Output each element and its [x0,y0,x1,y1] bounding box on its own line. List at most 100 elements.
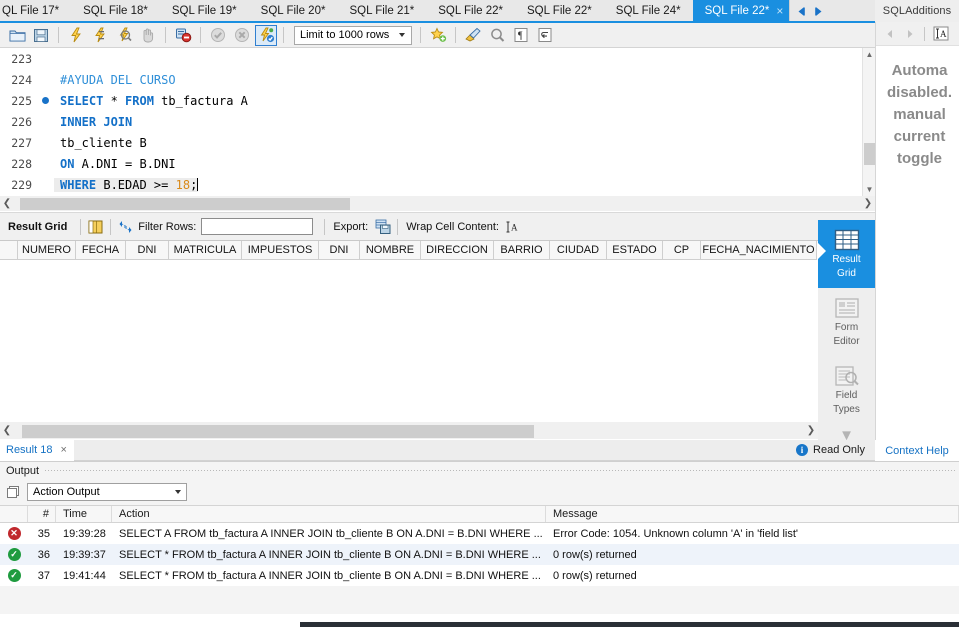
tab-sql-file-20[interactable]: SQL File 20* [248,0,338,22]
row-limit-select[interactable]: Limit to 1000 rows [294,25,412,45]
refresh-icon[interactable] [116,217,135,236]
row-time: 19:39:28 [63,527,106,540]
context-help-tab[interactable]: Context Help [875,440,959,461]
tab-sql-file-18[interactable]: SQL File 18* [71,0,160,22]
tab-sql-file-22-b[interactable]: SQL File 22* [515,0,604,22]
palette-item-field-types[interactable]: Field Types [818,356,875,424]
mysql-workbench-window: QL File 17* SQL File 18* SQL File 19* SQ… [0,0,959,627]
code-line[interactable]: 223 [0,48,863,69]
grid-column-header-dni-1[interactable]: DNI [126,241,169,260]
sql-code-editor[interactable]: 223 224 #AYUDA DEL CURSO 225 SELECT * FR… [0,48,875,196]
result-tabbar: Result 18 × i Read Only [0,439,875,461]
toggle-stop-on-error-icon[interactable] [172,25,194,46]
find-icon[interactable] [486,25,508,46]
grid-column-header-estado[interactable]: ESTADO [607,241,663,260]
table-row[interactable]: ✓ 36 19:39:37 SELECT * FROM tb_factura A… [0,544,959,565]
palette-item-form-editor[interactable]: Form Editor [818,288,875,356]
open-file-icon[interactable] [6,25,28,46]
grid-column-header-fecha[interactable]: FECHA [76,241,126,260]
code-line-current[interactable]: 229 WHERE B.EDAD >= 18; [0,174,863,195]
chevron-down-icon[interactable] [399,33,405,37]
code-line[interactable]: 225 SELECT * FROM tb_factura A [0,90,863,111]
scroll-left-arrow-icon[interactable]: ❮ [0,425,14,436]
scrollbar-thumb[interactable] [20,198,350,210]
message-line-5: toggle [897,150,942,167]
invisible-chars-icon[interactable]: ¶ [510,25,532,46]
grid-column-header-matricula[interactable]: MATRICULA [169,241,242,260]
scroll-left-arrow-icon[interactable]: ❮ [0,198,14,209]
chevron-down-icon[interactable] [175,490,181,494]
execute-current-icon[interactable] [89,25,111,46]
filter-rows-input[interactable] [201,218,314,235]
code-line[interactable]: 224 #AYUDA DEL CURSO [0,69,863,90]
message-line-3: manual [893,106,946,123]
execute-all-icon[interactable] [65,25,87,46]
grid-column-header-nombre[interactable]: NOMBRE [360,241,421,260]
result-tab-result-18[interactable]: Result 18 × [0,439,74,461]
grid-column-header-ciudad[interactable]: CIUDAD [550,241,607,260]
tab-sql-file-17[interactable]: QL File 17* [0,0,72,22]
commit-icon[interactable] [207,25,229,46]
stop-hand-icon[interactable] [137,25,159,46]
save-file-icon[interactable] [30,25,52,46]
next-tab-arrow-icon[interactable] [812,5,825,18]
insert-text-icon[interactable]: A [933,26,949,41]
grid-column-header-direccion[interactable]: DIRECCION [421,241,494,260]
tab-sql-file-24[interactable]: SQL File 24* [603,0,693,22]
wrap-cell-icon[interactable]: A [504,217,523,236]
table-row[interactable]: ✓ 37 19:41:44 SELECT * FROM tb_factura A… [0,565,959,586]
editor-horizontal-scrollbar[interactable]: ❮ ❯ [0,196,875,211]
scroll-up-arrow-icon[interactable]: ▲ [863,48,875,61]
close-icon[interactable]: × [776,5,783,17]
back-arrow-icon[interactable] [884,28,896,40]
result-grid-body-empty[interactable] [0,260,818,422]
scroll-right-arrow-icon[interactable]: ❯ [861,198,875,209]
code-line[interactable]: 226 INNER JOIN [0,111,863,132]
scrollbar-thumb[interactable] [22,424,534,438]
save-snippet-icon[interactable] [427,25,449,46]
row-time: 19:41:44 [63,569,106,582]
beautify-query-icon[interactable] [462,25,484,46]
line-number: 226 [11,114,32,129]
scrollbar-thumb[interactable] [864,143,875,165]
output-panes-icon[interactable] [6,485,21,500]
explain-query-icon[interactable] [113,25,135,46]
close-icon[interactable]: × [60,444,66,456]
editor-vertical-scrollbar[interactable]: ▲ ▼ [862,48,875,196]
result-grid[interactable]: NUMERO FECHA DNI MATRICULA IMPUESTOS DNI… [0,240,818,422]
sql-additions-message: Automa disabled. manual current toggle [876,46,959,170]
code-line[interactable]: 227 tb_cliente B [0,132,863,153]
tab-label: SQL File 19* [171,5,237,17]
scroll-down-arrow-icon[interactable]: ▼ [863,183,875,196]
grid-column-header-impuestos[interactable]: IMPUESTOS [242,241,319,260]
field-types-icon [834,366,859,386]
grid-view-icon[interactable] [86,217,105,236]
output-type-select[interactable]: Action Output [27,483,187,501]
prev-tab-arrow-icon[interactable] [795,5,808,18]
grid-column-header-dni-2[interactable]: DNI [319,241,360,260]
scrollbar-track[interactable] [14,197,861,210]
breakpoint-marker[interactable] [36,95,54,107]
rollback-icon[interactable] [231,25,253,46]
code-line[interactable]: 228 ON A.DNI = B.DNI [0,153,863,174]
tab-sql-file-22-a[interactable]: SQL File 22* [426,0,516,22]
tab-sql-file-19[interactable]: SQL File 19* [159,0,249,22]
tab-sql-file-21[interactable]: SQL File 21* [337,0,427,22]
grid-column-header-rownum[interactable] [0,241,18,260]
result-grid-horizontal-scrollbar[interactable]: ❮ ❯ [0,422,818,439]
autocommit-icon[interactable] [255,24,277,46]
grid-column-header-fecha-nacimiento[interactable]: FECHA_NACIMIENTO [701,241,817,260]
palette-item-result-grid[interactable]: Result Grid [817,220,875,288]
scroll-right-arrow-icon[interactable]: ❯ [804,425,818,436]
table-row[interactable]: ✕ 35 19:39:28 SELECT A FROM tb_factura A… [0,523,959,544]
forward-arrow-icon[interactable] [904,28,916,40]
palette-item-label: Result [832,254,861,265]
tab-sql-file-22-active[interactable]: SQL File 22* × [692,0,790,22]
scrollbar-track[interactable] [14,424,804,438]
grid-column-header-barrio[interactable]: BARRIO [494,241,550,260]
column-header-status [0,506,28,522]
grid-column-header-cp[interactable]: CP [663,241,701,260]
export-recordset-icon[interactable] [373,217,392,236]
wrap-lines-icon[interactable] [534,25,556,46]
grid-column-header-numero[interactable]: NUMERO [18,241,76,260]
